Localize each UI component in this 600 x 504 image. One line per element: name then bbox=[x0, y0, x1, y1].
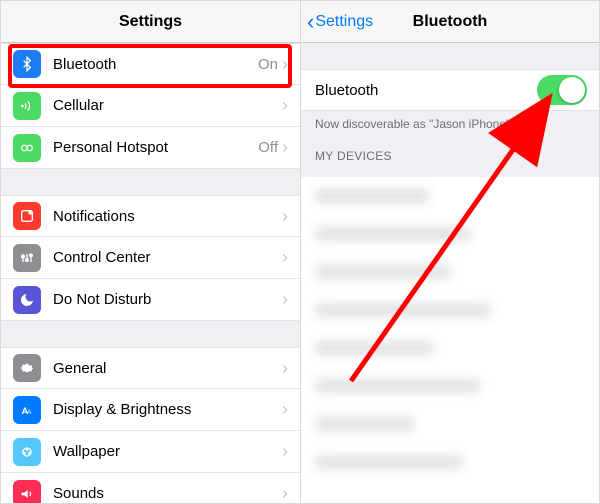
settings-pane: Settings Bluetooth On › Cellular › Perso… bbox=[1, 1, 301, 503]
settings-row-hotspot[interactable]: Personal Hotspot Off › bbox=[1, 127, 300, 169]
controlcenter-icon bbox=[13, 244, 41, 272]
chevron-right-icon: › bbox=[282, 247, 288, 268]
chevron-right-icon: › bbox=[282, 206, 288, 227]
devices-blurred bbox=[301, 177, 599, 503]
chevron-right-icon: › bbox=[282, 54, 288, 75]
row-label: Display & Brightness bbox=[53, 401, 282, 418]
cellular-icon bbox=[13, 92, 41, 120]
settings-row-bluetooth[interactable]: Bluetooth On › bbox=[1, 43, 300, 85]
bluetooth-pane: ‹ Settings Bluetooth Bluetooth Now disco… bbox=[301, 1, 599, 503]
row-label: Personal Hotspot bbox=[53, 139, 258, 156]
settings-title: Settings bbox=[119, 13, 182, 31]
chevron-right-icon: › bbox=[282, 483, 288, 503]
chevron-left-icon: ‹ bbox=[307, 11, 314, 33]
chevron-right-icon: › bbox=[282, 137, 288, 158]
row-value: Off bbox=[258, 139, 278, 156]
settings-row-display[interactable]: AA Display & Brightness › bbox=[1, 389, 300, 431]
row-label: Do Not Disturb bbox=[53, 291, 282, 308]
svg-text:A: A bbox=[27, 409, 32, 416]
row-label: General bbox=[53, 360, 282, 377]
row-label: Bluetooth bbox=[53, 56, 258, 73]
back-button[interactable]: ‹ Settings bbox=[307, 1, 373, 43]
chevron-right-icon: › bbox=[282, 289, 288, 310]
settings-row-notifications[interactable]: Notifications › bbox=[1, 195, 300, 237]
display-icon: AA bbox=[13, 396, 41, 424]
row-label: Cellular bbox=[53, 97, 282, 114]
row-label: Notifications bbox=[53, 208, 282, 225]
settings-navbar: Settings bbox=[1, 1, 300, 43]
chevron-right-icon: › bbox=[282, 95, 288, 116]
row-value: On bbox=[258, 56, 278, 73]
bluetooth-icon bbox=[13, 50, 41, 78]
back-label: Settings bbox=[315, 13, 373, 31]
hotspot-icon bbox=[13, 134, 41, 162]
sounds-icon bbox=[13, 480, 41, 504]
settings-row-wallpaper[interactable]: Wallpaper › bbox=[1, 431, 300, 473]
toggle-label: Bluetooth bbox=[315, 82, 537, 99]
row-label: Control Center bbox=[53, 249, 282, 266]
chevron-right-icon: › bbox=[282, 399, 288, 420]
row-label: Sounds bbox=[53, 485, 282, 502]
bluetooth-navbar: ‹ Settings Bluetooth bbox=[301, 1, 599, 43]
toggle-knob bbox=[559, 77, 585, 103]
bluetooth-toggle-row: Bluetooth bbox=[301, 69, 599, 111]
my-devices-header: MY DEVICES bbox=[301, 131, 599, 169]
chevron-right-icon: › bbox=[282, 358, 288, 379]
row-label: Wallpaper bbox=[53, 443, 282, 460]
notifications-icon bbox=[13, 202, 41, 230]
dnd-icon bbox=[13, 286, 41, 314]
settings-row-general[interactable]: General › bbox=[1, 347, 300, 389]
settings-row-controlcenter[interactable]: Control Center › bbox=[1, 237, 300, 279]
discoverable-note: Now discoverable as "Jason iPhone". bbox=[301, 111, 599, 131]
settings-row-dnd[interactable]: Do Not Disturb › bbox=[1, 279, 300, 321]
bluetooth-title: Bluetooth bbox=[413, 13, 488, 31]
chevron-right-icon: › bbox=[282, 441, 288, 462]
settings-row-sounds[interactable]: Sounds › bbox=[1, 473, 300, 503]
settings-row-cellular[interactable]: Cellular › bbox=[1, 85, 300, 127]
gear-icon bbox=[13, 354, 41, 382]
bluetooth-toggle[interactable] bbox=[537, 75, 587, 105]
wallpaper-icon bbox=[13, 438, 41, 466]
